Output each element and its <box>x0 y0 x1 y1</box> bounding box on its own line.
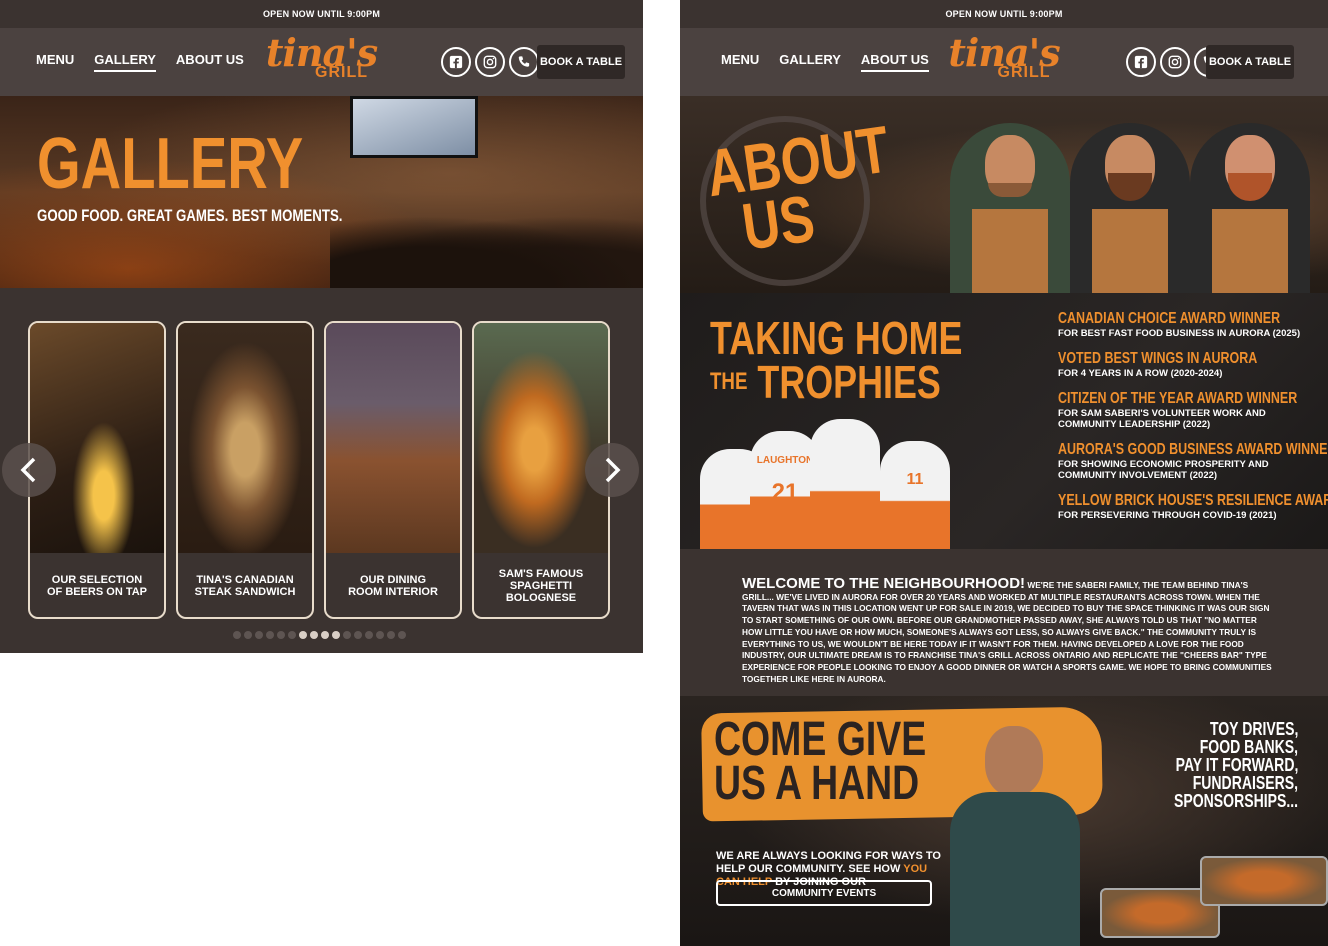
card-image <box>474 323 608 553</box>
carousel-next-button[interactable] <box>585 443 639 497</box>
welcome-heading: WELCOME TO THE NEIGHBOURHOOD! <box>742 575 1026 592</box>
card-label: OUR DINING ROOM INTERIOR <box>348 574 438 598</box>
trophies-title-line1: TAKING HOME <box>710 312 963 364</box>
card-image <box>30 323 164 553</box>
food-tray-image <box>1200 856 1328 906</box>
award-item: VOTED BEST WINGS IN AURORA FOR 4 YEARS I… <box>1058 350 1258 380</box>
trophies-title-line2: THE TROPHIES <box>710 356 941 408</box>
carousel-dot-active[interactable] <box>321 631 329 639</box>
top-announcement-bar: OPEN NOW UNTIL 9:00PM <box>680 0 1328 28</box>
gallery-card-steak-sandwich[interactable]: TINA'S CANADIAN STEAK SANDWICH <box>176 321 314 619</box>
carousel-dot[interactable] <box>255 631 263 639</box>
carousel-dot[interactable] <box>387 631 395 639</box>
owner-photo-3 <box>1190 123 1310 293</box>
nav-link-about-us[interactable]: ABOUT US <box>176 52 244 72</box>
owner-photo-2 <box>1070 123 1190 293</box>
community-activities-list: TOY DRIVES, FOOD BANKS, PAY IT FORWARD, … <box>1173 719 1298 811</box>
social-links <box>441 47 539 77</box>
community-title: COME GIVE US A HAND <box>714 713 927 810</box>
main-navigation: MENU GALLERY ABOUT US tina's GRILL BOOK … <box>0 28 643 96</box>
nav-links: MENU GALLERY ABOUT US <box>36 52 244 72</box>
carousel-prev-button[interactable] <box>2 443 56 497</box>
trophies-section: TAKING HOME THE TROPHIES 21 LAUGHTON 11 C… <box>680 293 1328 549</box>
gallery-card-dining-room[interactable]: OUR DINING ROOM INTERIOR <box>324 321 462 619</box>
carousel-dot[interactable] <box>365 631 373 639</box>
phone-icon[interactable] <box>509 47 539 77</box>
site-logo[interactable]: tina's GRILL <box>252 34 392 92</box>
instagram-icon[interactable] <box>1160 47 1190 77</box>
card-label: SAM'S FAMOUS SPAGHETTI BOLOGNESE <box>498 568 584 604</box>
main-navigation: MENU GALLERY ABOUT US tina's GRILL BOOK … <box>680 28 1328 96</box>
gallery-page: OPEN NOW UNTIL 9:00PM MENU GALLERY ABOUT… <box>0 0 643 653</box>
welcome-body: WE'RE THE SABERI FAMILY, THE TEAM BEHIND… <box>742 580 1272 684</box>
about-title: ABOUT US <box>701 111 894 264</box>
nav-link-menu[interactable]: MENU <box>36 52 74 72</box>
hours-text: OPEN NOW UNTIL 9:00PM <box>262 9 381 19</box>
gallery-subtitle: GOOD FOOD. GREAT GAMES. BEST MOMENTS. <box>37 206 343 225</box>
carousel-dot[interactable] <box>266 631 274 639</box>
carousel-dot[interactable] <box>244 631 252 639</box>
card-label: TINA'S CANADIAN STEAK SANDWICH <box>194 574 296 598</box>
award-item: AURORA'S GOOD BUSINESS AWARD WINNER FOR … <box>1058 441 1328 482</box>
player-number: 11 <box>906 471 924 488</box>
nav-link-gallery[interactable]: GALLERY <box>779 52 841 72</box>
awards-list: CANADIAN CHOICE AWARD WINNER FOR BEST FA… <box>1058 310 1328 533</box>
carousel-dot-active[interactable] <box>299 631 307 639</box>
carousel-dot[interactable] <box>398 631 406 639</box>
card-label: OUR SELECTION OF BEERS ON TAP <box>46 574 148 598</box>
nav-links: MENU GALLERY ABOUT US <box>721 52 929 72</box>
card-image <box>326 323 460 553</box>
carousel-dot-active[interactable] <box>310 631 318 639</box>
community-section: COME GIVE US A HAND TOY DRIVES, FOOD BAN… <box>680 696 1328 946</box>
top-announcement-bar: OPEN NOW UNTIL 9:00PM <box>0 0 643 28</box>
site-logo[interactable]: tina's GRILL <box>934 34 1074 92</box>
carousel-pagination <box>233 631 406 639</box>
about-page: OPEN NOW UNTIL 9:00PM MENU GALLERY ABOUT… <box>680 0 1328 946</box>
award-item: CITIZEN OF THE YEAR AWARD WINNER FOR SAM… <box>1058 390 1298 431</box>
hero-crowd-image <box>330 216 643 288</box>
award-item: CANADIAN CHOICE AWARD WINNER FOR BEST FA… <box>1058 310 1301 340</box>
carousel-dot[interactable] <box>354 631 362 639</box>
carousel-dot[interactable] <box>233 631 241 639</box>
nav-link-about-us[interactable]: ABOUT US <box>860 52 929 72</box>
about-hero: ABOUT US <box>680 96 1328 293</box>
carousel-dot[interactable] <box>343 631 351 639</box>
nav-link-menu[interactable]: MENU <box>721 52 759 72</box>
hockey-players-image: 21 LAUGHTON 11 <box>700 413 990 549</box>
hours-text: OPEN NOW UNTIL 9:00PM <box>945 9 1063 19</box>
facebook-icon[interactable] <box>441 47 471 77</box>
owner-photo-1 <box>950 123 1070 293</box>
community-events-button[interactable]: COMMUNITY EVENTS <box>716 880 932 906</box>
book-table-button[interactable]: BOOK A TABLE <box>1206 45 1294 79</box>
card-image <box>178 323 312 553</box>
carousel-dot[interactable] <box>277 631 285 639</box>
chevron-right-icon <box>605 457 621 483</box>
facebook-icon[interactable] <box>1126 47 1156 77</box>
book-table-button[interactable]: BOOK A TABLE <box>537 45 625 79</box>
gallery-title: GALLERY <box>37 124 304 204</box>
nav-link-gallery[interactable]: GALLERY <box>94 52 156 72</box>
welcome-paragraph: WELCOME TO THE NEIGHBOURHOOD! WE'RE THE … <box>742 575 1272 685</box>
carousel-dot[interactable] <box>376 631 384 639</box>
gallery-carousel: OUR SELECTION OF BEERS ON TAP TINA'S CAN… <box>28 321 610 619</box>
instagram-icon[interactable] <box>475 47 505 77</box>
award-item: YELLOW BRICK HOUSE'S RESILIENCE AWARD FO… <box>1058 492 1328 522</box>
carousel-dot-active[interactable] <box>332 631 340 639</box>
carousel-dot[interactable] <box>288 631 296 639</box>
chevron-left-icon <box>20 457 36 483</box>
